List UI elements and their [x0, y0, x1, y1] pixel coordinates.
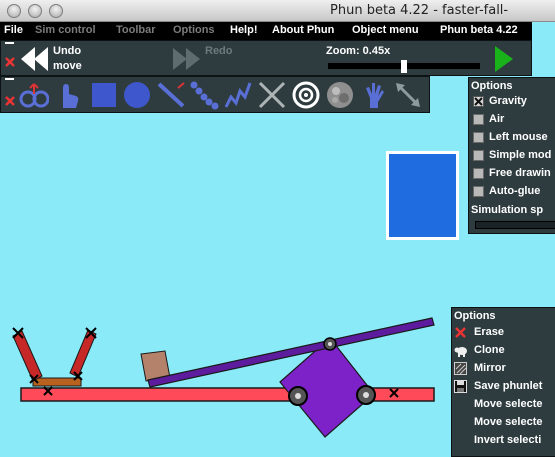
menu-file[interactable]: File: [4, 24, 23, 36]
grab-tool-icon[interactable]: [54, 80, 84, 110]
red-arm-right[interactable]: [69, 329, 97, 378]
scene: [12, 317, 435, 438]
erase-icon: [455, 327, 466, 338]
options-panel: Options Gravity Air Left mouse Simple mo…: [468, 77, 555, 234]
undo-label[interactable]: Undo move: [53, 44, 93, 74]
move-selected-label: Move selecte: [474, 416, 543, 428]
save-icon: [454, 380, 467, 393]
simple-mode-label: Simple mod: [489, 149, 552, 161]
save-phunlet-label: Save phunlet: [474, 380, 543, 392]
chain-tool-icon[interactable]: [189, 80, 219, 110]
simple-mode-checkbox[interactable]: [473, 150, 484, 161]
left-mouse-label: Left mouse: [489, 131, 548, 143]
wheel-hub-icon: [363, 392, 369, 398]
pivot-hub-icon: [328, 342, 332, 346]
redo-label[interactable]: Redo: [205, 45, 233, 57]
collapse-icon[interactable]: [5, 42, 14, 44]
undo-icon[interactable]: [19, 45, 51, 73]
free-drawing-checkbox[interactable]: [473, 168, 484, 179]
menu-phun-version: Phun beta 4.22: [440, 24, 518, 36]
circle-tool-icon[interactable]: [122, 80, 152, 110]
gravity-label: Gravity: [489, 95, 527, 107]
mirror-label: Mirror: [474, 362, 506, 374]
move-selected-label: Move selecte: [474, 398, 543, 410]
menu-object-menu[interactable]: Object menu: [352, 24, 419, 36]
arrow-tool-icon[interactable]: [393, 80, 423, 110]
sim-control-bar: Undo move Redo Zoom: 0.45x: [0, 40, 532, 76]
fixate-tool-icon[interactable]: [257, 80, 287, 110]
left-mouse-checkbox[interactable]: [473, 132, 484, 143]
clone-label: Clone: [474, 344, 505, 356]
close-window-button[interactable]: [7, 4, 21, 18]
texture-tool-icon[interactable]: [325, 80, 355, 110]
redo-icon[interactable]: [171, 46, 203, 72]
drag-tool-icon[interactable]: [19, 80, 49, 110]
air-label: Air: [489, 113, 505, 125]
simulation-speed-label: Simulation sp: [471, 204, 544, 216]
window-titlebar: Phun beta 4.22 - faster-fall-: [0, 0, 555, 22]
play-icon[interactable]: [494, 45, 514, 73]
object-options-panel: Options Erase Clone Mirror Save phunlet …: [451, 307, 555, 457]
menu-about-phun[interactable]: About Phun: [272, 24, 334, 36]
free-drawing-label: Free drawin: [489, 167, 551, 179]
clone-icon: [454, 347, 467, 357]
menu-sim-control[interactable]: Sim control: [35, 24, 96, 36]
menu-options[interactable]: Options: [173, 24, 215, 36]
simulation-speed-slider[interactable]: [475, 221, 555, 229]
air-checkbox[interactable]: [473, 114, 484, 125]
mirror-icon: [454, 362, 467, 375]
collapse-icon[interactable]: [5, 78, 14, 80]
menu-bar: File Sim control Toolbar Options Help! A…: [0, 22, 532, 40]
blue-box-fill: [389, 154, 456, 237]
zoom-label: Zoom: 0.45x: [326, 45, 391, 57]
options-title: Options: [471, 80, 513, 92]
erase-label: Erase: [474, 326, 504, 338]
invert-selection-label: Invert selecti: [474, 434, 542, 446]
object-options-title: Options: [454, 310, 496, 322]
spring-tool-icon[interactable]: [223, 80, 253, 110]
zoom-window-button[interactable]: [49, 4, 63, 18]
tool-bar: [0, 76, 430, 113]
gravity-checkbox[interactable]: [473, 96, 484, 107]
auto-glue-label: Auto-glue: [489, 185, 541, 197]
box-tool-icon[interactable]: [89, 80, 119, 110]
close-icon[interactable]: [4, 95, 16, 107]
blue-box[interactable]: [386, 151, 459, 240]
window-title: Phun beta 4.22 - faster-fall-: [330, 3, 509, 18]
line-tool-icon[interactable]: [156, 80, 186, 110]
auto-glue-checkbox[interactable]: [473, 186, 484, 197]
wheel-hub-icon: [295, 393, 301, 399]
menu-help[interactable]: Help!: [230, 24, 258, 36]
hinge-tool-icon[interactable]: [291, 80, 321, 110]
red-arm-left[interactable]: [12, 330, 43, 382]
thruster-tool-icon[interactable]: [359, 80, 389, 110]
menu-toolbar[interactable]: Toolbar: [116, 24, 156, 36]
zoom-slider-thumb[interactable]: [401, 60, 407, 73]
close-icon[interactable]: [4, 56, 16, 68]
minimize-window-button[interactable]: [28, 4, 42, 18]
